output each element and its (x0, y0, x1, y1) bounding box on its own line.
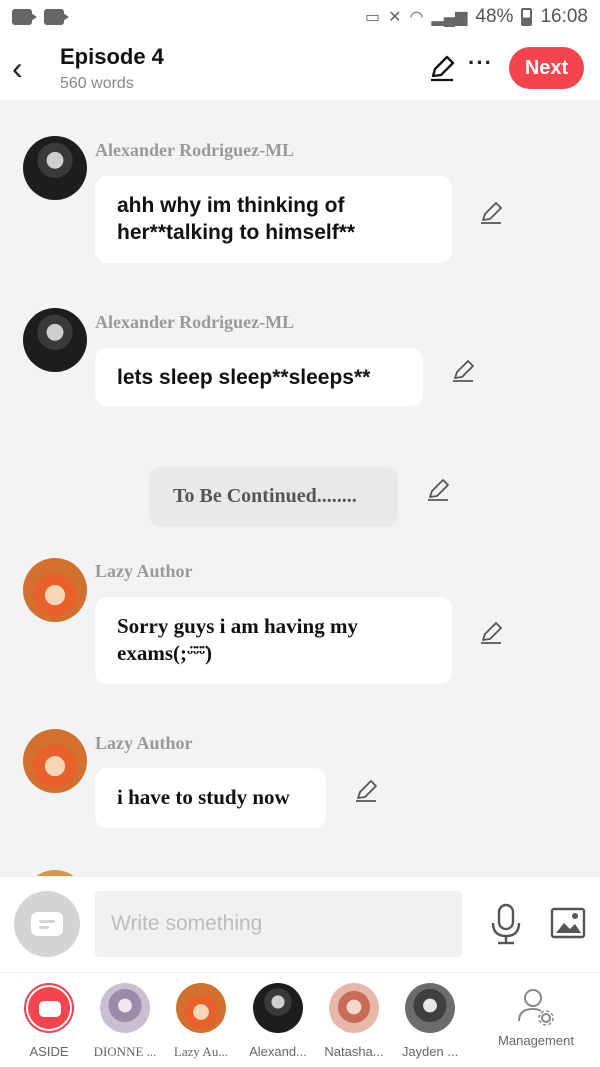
word-count: 560 words (60, 75, 134, 92)
edit-pencil-icon[interactable] (450, 358, 476, 384)
avatar (329, 983, 379, 1033)
back-arrow-icon[interactable]: ‹ (12, 50, 36, 86)
more-icon[interactable]: ··· (468, 50, 493, 76)
character-dionne[interactable]: DIONNE ... (85, 983, 165, 1060)
management-icon (518, 989, 554, 1026)
character-label: Jayden ... (401, 1044, 459, 1059)
character-jayden[interactable]: Jayden ... (390, 983, 470, 1059)
avatar (176, 983, 226, 1033)
aside-avatar (24, 983, 74, 1033)
character-label: DIONNE ... (93, 1044, 157, 1059)
message-author: Lazy Author (95, 561, 193, 581)
message-author: Alexander Rodriguez-ML (95, 140, 295, 160)
status-right: ▭ ✕ ◠ ▂▄▆ 48% 16:08 (365, 6, 588, 28)
episode-title: Episode 4 (60, 44, 164, 69)
battery-percent: 48% (475, 6, 514, 27)
message-input[interactable] (95, 891, 462, 957)
message-bubble[interactable]: Sorry guys i am having my exams(;ᵕ̈ᵕ̈ᵕ̈) (95, 597, 452, 684)
avatar[interactable] (23, 308, 87, 372)
pencil-icon[interactable] (428, 54, 456, 82)
message-author: Alexander Rodriguez-ML (95, 312, 295, 332)
edit-pencil-icon[interactable] (425, 477, 451, 503)
image-icon[interactable] (550, 907, 586, 939)
character-bar: ASIDE DIONNE ... Lazy Au... Alexand... N… (0, 972, 600, 1067)
aside-toggle-button[interactable] (14, 891, 80, 957)
character-label: ASIDE (29, 1044, 69, 1059)
character-label: Management (498, 1033, 574, 1048)
status-left-icons (12, 9, 69, 25)
character-label: Alexand... (249, 1044, 307, 1059)
narration-bubble[interactable]: To Be Continued........ (149, 467, 398, 527)
clock: 16:08 (540, 6, 588, 27)
video-camera-icon (12, 9, 37, 25)
message-bubble[interactable]: i have to study now (95, 768, 326, 828)
microphone-icon[interactable] (490, 903, 522, 945)
management-button[interactable]: Management (496, 987, 576, 1048)
edit-pencil-icon[interactable] (353, 778, 379, 804)
avatar[interactable] (23, 729, 87, 793)
edit-pencil-icon[interactable] (478, 620, 504, 646)
next-button[interactable]: Next (509, 47, 584, 89)
character-label: Lazy Au... (173, 1044, 229, 1059)
video-camera-icon (44, 9, 69, 25)
battery-icon (521, 8, 533, 26)
chat-area[interactable]: Alexander Rodriguez-ML ahh why im thinki… (0, 100, 600, 876)
aside-icon (31, 912, 63, 936)
edit-pencil-icon[interactable] (478, 200, 504, 226)
message-author: Lazy Author (95, 733, 193, 753)
message-bubble[interactable]: ahh why im thinking of her**talking to h… (95, 176, 452, 263)
wifi-icon: ◠ (409, 9, 424, 26)
cast-icon: ▭ (364, 9, 381, 26)
status-bar: ▭ ✕ ◠ ▂▄▆ 48% 16:08 (0, 0, 600, 36)
header: ‹ Episode 4 560 words ··· Next (0, 36, 600, 100)
character-lazy-author[interactable]: Lazy Au... (161, 983, 241, 1060)
character-label: Natasha... (324, 1044, 384, 1059)
avatar (405, 983, 455, 1033)
message-bubble[interactable]: lets sleep sleep**sleeps** (95, 348, 423, 406)
avatar[interactable] (23, 136, 87, 200)
avatar (253, 983, 303, 1033)
character-alexander[interactable]: Alexand... (238, 983, 318, 1059)
avatar (100, 983, 150, 1033)
character-natasha[interactable]: Natasha... (314, 983, 394, 1059)
character-aside[interactable]: ASIDE (9, 983, 89, 1059)
avatar[interactable] (23, 558, 87, 622)
mute-icon: ✕ (388, 9, 402, 26)
signal-icon: ▂▄▆ (431, 9, 468, 26)
input-bar (0, 876, 600, 972)
